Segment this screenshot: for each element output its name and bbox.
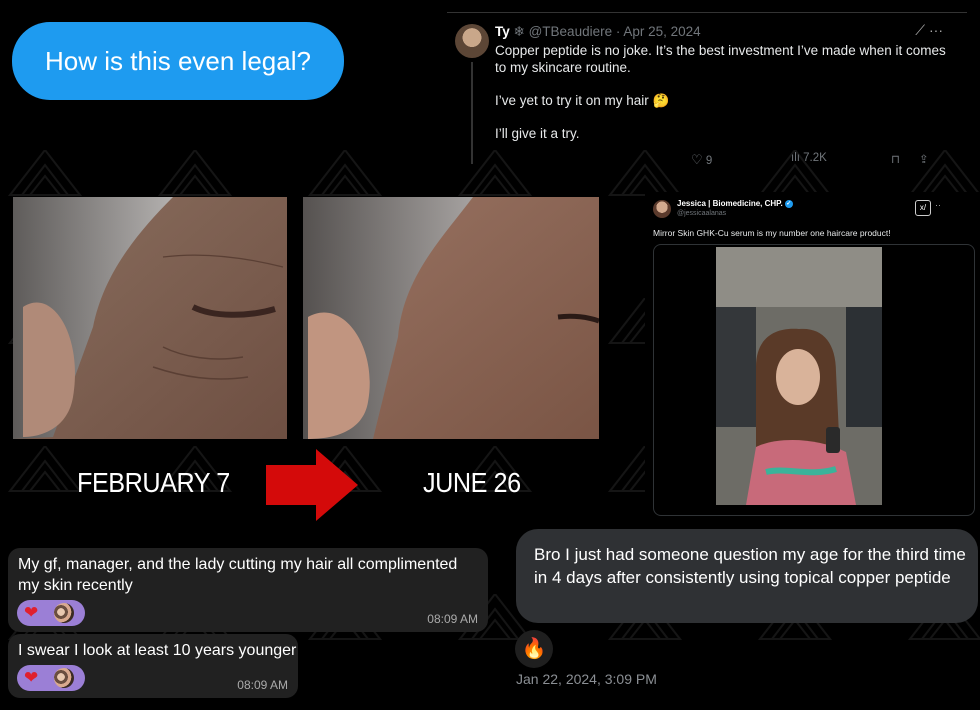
tweet-date[interactable]: Apr 25, 2024 [623,24,700,39]
divider [447,12,967,13]
after-date-label: JUNE 26 [423,467,521,498]
like-button[interactable]: ♡ 9 [691,152,712,168]
more-icon[interactable]: ·· [935,200,941,210]
tweet-paragraph: I’ll give it a try. [495,126,580,141]
message-text: Bro I just had someone question my age f… [534,545,966,587]
share-icon[interactable]: ⇪ [919,152,929,166]
after-photo [303,197,599,439]
message-date: Jan 22, 2024, 3:09 PM [516,671,657,687]
imessage-text: How is this even legal? [45,45,311,76]
reaction-pill[interactable]: ❤ [17,600,85,626]
fire-reaction-icon[interactable]: 🔥 [515,630,553,668]
chat-message[interactable]: I swear I look at least 10 years younger… [8,634,298,698]
heart-icon: ❤ [24,603,39,622]
reaction-pill[interactable]: ❤ [17,665,85,691]
tweet-top-icons: ⟋ ··· [915,22,943,39]
chat-message[interactable]: My gf, manager, and the lady cutting my … [8,548,488,632]
before-photo [13,197,287,439]
tweet-paragraph: Copper peptide is no joke. It’s the best… [495,43,946,75]
verified-badge-icon: ✓ [784,199,793,208]
red-arrow-icon [266,449,358,521]
views-bar-icon: ılı [791,152,800,164]
like-count: 9 [705,155,713,167]
tweet-handle[interactable]: @TBeaudiere [529,24,613,39]
more-icon[interactable]: ··· [929,22,943,38]
tweet-body: Copper peptide is no joke. It’s the best… [495,42,955,158]
grok-icon[interactable]: x/ [915,200,931,216]
tweet-ty[interactable]: Ty ❄ @TBeaudiere · Apr 25, 2024 ⟋ ··· Co… [447,12,967,177]
message-time: 08:09 AM [237,678,288,692]
reaction-avatar [54,603,74,623]
avatar[interactable] [653,200,671,218]
grok-icon[interactable]: ⟋ [915,22,929,38]
before-date-label: FEBRUARY 7 [77,467,230,498]
tweet-author-name[interactable]: Ty [495,24,510,39]
tweet-author-name[interactable]: Jessica | Biomedicine, CHP. ✓ [677,199,793,208]
chat-message-right[interactable]: Bro I just had someone question my age f… [516,529,978,623]
snowflake-icon: ❄ [513,24,529,39]
tweet-jessica[interactable]: Jessica | Biomedicine, CHP. ✓ @jessicaala… [645,192,980,516]
message-text: My gf, manager, and the lady cutting my … [18,556,458,594]
message-time: 08:09 AM [427,612,478,626]
heart-icon: ❤ [24,668,39,687]
tweet-header: Ty ❄ @TBeaudiere · Apr 25, 2024 [495,24,701,40]
heart-outline-icon: ♡ [691,152,703,167]
views-count: 7.2K [803,152,827,164]
tweet-text: Mirror Skin GHK-Cu serum is my number on… [653,228,891,238]
tweet-video-thumbnail[interactable] [716,247,882,505]
views-button[interactable]: ılı 7.2K [791,152,827,164]
tweet-paragraph: I’ve yet to try it on my hair 🤔 [495,93,670,108]
imessage-bubble: How is this even legal? [12,22,344,100]
tweet-handle[interactable]: @jessicaalanas [677,210,726,217]
message-text: I swear I look at least 10 years younger [18,642,297,659]
bookmark-icon[interactable]: ⊓ [891,152,900,166]
avatar[interactable] [455,24,489,58]
author-name-text: Jessica | Biomedicine, CHP. [677,199,783,208]
thread-line [471,62,473,164]
reaction-avatar [54,668,74,688]
